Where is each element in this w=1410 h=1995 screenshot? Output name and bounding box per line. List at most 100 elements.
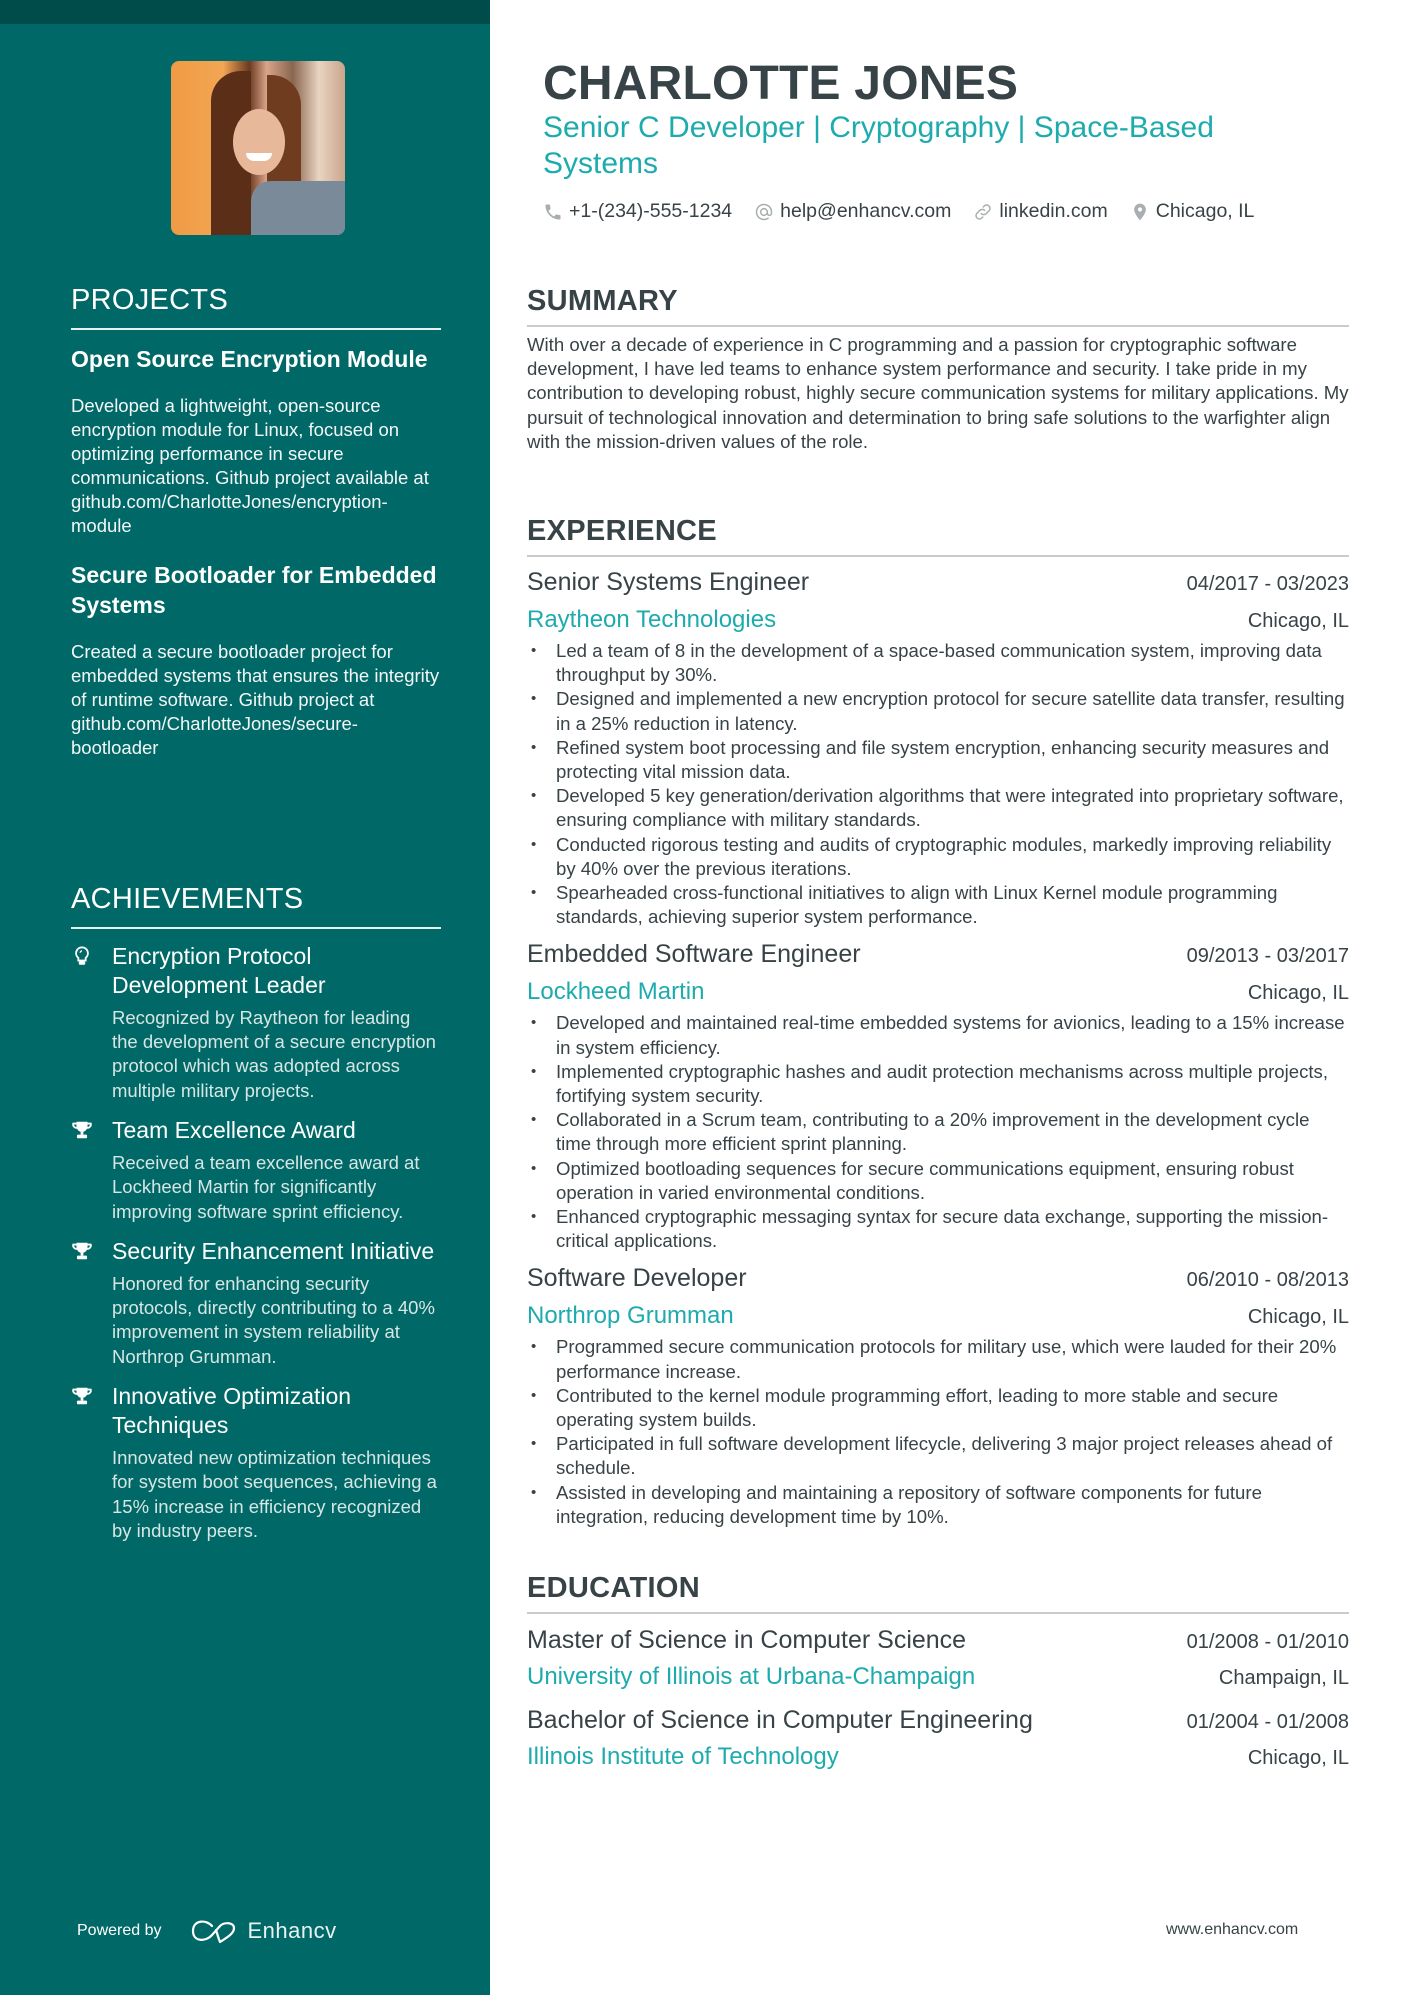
project-title: Open Source Encryption Module bbox=[71, 345, 428, 372]
contact-linkedin[interactable]: linkedin.com bbox=[973, 200, 1108, 223]
job-bullets: Programmed secure communication protocol… bbox=[527, 1335, 1349, 1529]
job-bullet: Assisted in developing and maintaining a… bbox=[527, 1481, 1349, 1529]
project-title: Secure Bootloader for Embedded Systems bbox=[71, 561, 437, 618]
achievement-title: Innovative Optimization Techniques bbox=[112, 1383, 352, 1439]
job-bullet: Contributed to the kernel module program… bbox=[527, 1384, 1349, 1432]
achievement-description: Innovated new optimization techniques fo… bbox=[112, 1447, 437, 1541]
summary-section: SUMMARY With over a decade of experience… bbox=[527, 283, 1349, 454]
photo-jacket bbox=[251, 181, 345, 235]
sidebar: PROJECTS Open Source Encryption Module D… bbox=[0, 0, 490, 1995]
project-description: Developed a lightweight, open-source enc… bbox=[71, 394, 429, 536]
achievement-title: Security Enhancement Initiative bbox=[112, 1237, 435, 1264]
degree-title: Master of Science in Computer Science bbox=[527, 1626, 967, 1654]
project-item: Secure Bootloader for Embedded Systems C… bbox=[71, 560, 441, 760]
company-name: Northrop Grumman bbox=[527, 1302, 734, 1330]
job-bullet: Developed and maintained real-time embed… bbox=[527, 1011, 1349, 1059]
education-entry: Master of Science in Computer Science 01… bbox=[527, 1624, 1349, 1692]
photo-smile bbox=[246, 153, 272, 161]
summary-text: With over a decade of experience in C pr… bbox=[527, 334, 1349, 452]
education-section: EDUCATION Master of Science in Computer … bbox=[527, 1570, 1349, 1772]
contact-linkedin-text: linkedin.com bbox=[999, 200, 1108, 222]
achievement-item: Team Excellence Award Received a team ex… bbox=[71, 1116, 441, 1224]
company-name: Raytheon Technologies bbox=[527, 606, 777, 633]
education-heading: EDUCATION bbox=[527, 1570, 1349, 1614]
job-bullet: Designed and implemented a new encryptio… bbox=[527, 687, 1349, 735]
contact-location-text: Chicago, IL bbox=[1155, 200, 1255, 222]
job-title: Senior Systems Engineer bbox=[527, 568, 810, 596]
job-bullets: Led a team of 8 in the development of a … bbox=[527, 639, 1349, 929]
education-location: Chicago, IL bbox=[1247, 1747, 1349, 1769]
project-item: Open Source Encryption Module Developed … bbox=[71, 344, 441, 538]
job-bullet: Optimized bootloading sequences for secu… bbox=[527, 1157, 1349, 1205]
job-bullet: Spearheaded cross-functional initiatives… bbox=[527, 881, 1349, 929]
candidate-tagline: Senior C Developer | Cryptography | Spac… bbox=[543, 111, 1214, 180]
project-description: Created a secure bootloader project for … bbox=[71, 640, 440, 758]
achievement-item: Innovative Optimization Techniques Innov… bbox=[71, 1382, 441, 1543]
contact-email[interactable]: help@enhancv.com bbox=[754, 200, 951, 223]
degree-title: Bachelor of Science in Computer Engineer… bbox=[527, 1706, 1033, 1734]
job-location: Chicago, IL bbox=[1247, 610, 1349, 632]
job-entry: Senior Systems Engineer 04/2017 - 03/202… bbox=[527, 565, 1349, 929]
job-bullet: Programmed secure communication protocol… bbox=[527, 1335, 1349, 1383]
projects-heading: PROJECTS bbox=[71, 283, 441, 330]
job-title: Embedded Software Engineer bbox=[527, 940, 861, 969]
at-icon bbox=[755, 203, 773, 220]
profile-photo bbox=[171, 61, 345, 235]
enhancv-brand-name: Enhancv bbox=[247, 1918, 337, 1943]
enhancv-brand[interactable]: Enhancv bbox=[190, 1918, 337, 1944]
sidebar-top-band bbox=[0, 0, 490, 24]
contact-location: Chicago, IL bbox=[1130, 200, 1255, 223]
powered-by: Powered by Enhancv bbox=[77, 1918, 337, 1944]
job-title: Software Developer bbox=[527, 1264, 747, 1293]
job-dates: 04/2017 - 03/2023 bbox=[1186, 573, 1349, 595]
job-bullet: Refined system boot processing and file … bbox=[527, 736, 1349, 784]
contact-info: +1-(234)-555-1234 help@enhancv.com linke… bbox=[543, 200, 1254, 223]
education-location: Champaign, IL bbox=[1218, 1667, 1349, 1689]
footer-url[interactable]: www.enhancv.com bbox=[1166, 1921, 1298, 1939]
contact-phone[interactable]: +1-(234)-555-1234 bbox=[543, 200, 732, 223]
job-bullet: Implemented cryptographic hashes and aud… bbox=[527, 1060, 1349, 1108]
company-name: Lockheed Martin bbox=[527, 978, 705, 1006]
job-bullets: Developed and maintained real-time embed… bbox=[527, 1011, 1349, 1253]
phone-icon bbox=[545, 204, 561, 219]
job-bullet: Enhanced cryptographic messaging syntax … bbox=[527, 1205, 1349, 1253]
school-name: University of Illinois at Urbana-Champai… bbox=[527, 1663, 976, 1690]
achievement-description: Recognized by Raytheon for leading the d… bbox=[112, 1006, 436, 1101]
contact-phone-text: +1-(234)-555-1234 bbox=[569, 200, 733, 222]
achievements-heading: ACHIEVEMENTS bbox=[71, 882, 441, 929]
job-dates: 06/2010 - 08/2013 bbox=[1186, 1269, 1349, 1292]
job-bullet: Participated in full software developmen… bbox=[527, 1432, 1349, 1480]
trophy-icon bbox=[72, 1387, 92, 1405]
contact-email-text: help@enhancv.com bbox=[780, 200, 952, 222]
summary-heading: SUMMARY bbox=[527, 283, 1349, 327]
achievement-title: Encryption Protocol Development Leader bbox=[112, 942, 326, 998]
experience-section: EXPERIENCE Senior Systems Engineer 04/20… bbox=[527, 513, 1349, 1529]
job-dates: 09/2013 - 03/2017 bbox=[1186, 945, 1349, 968]
education-entry: Bachelor of Science in Computer Engineer… bbox=[527, 1704, 1349, 1772]
achievement-description: Honored for enhancing security protocols… bbox=[112, 1272, 435, 1367]
job-location: Chicago, IL bbox=[1247, 982, 1349, 1005]
location-pin-icon bbox=[1133, 203, 1146, 220]
link-icon bbox=[975, 203, 992, 220]
trophy-icon bbox=[72, 1121, 92, 1139]
achievement-title: Team Excellence Award bbox=[112, 1116, 356, 1143]
candidate-name: CHARLOTTE JONES bbox=[543, 57, 1019, 110]
education-dates: 01/2004 - 01/2008 bbox=[1186, 1711, 1349, 1733]
job-bullet: Conducted rigorous testing and audits of… bbox=[527, 833, 1349, 881]
photo-face bbox=[233, 109, 285, 175]
experience-heading: EXPERIENCE bbox=[527, 513, 1349, 557]
achievement-item: Encryption Protocol Development Leader R… bbox=[71, 942, 441, 1103]
education-dates: 01/2008 - 01/2010 bbox=[1186, 1631, 1349, 1653]
powered-by-label: Powered by bbox=[77, 1922, 162, 1939]
trophy-icon bbox=[72, 1242, 92, 1260]
enhancv-logo-icon bbox=[191, 1920, 235, 1944]
job-bullet: Developed 5 key generation/derivation al… bbox=[527, 784, 1349, 832]
school-name: Illinois Institute of Technology bbox=[527, 1743, 839, 1770]
achievement-description: Received a team excellence award at Lock… bbox=[112, 1151, 420, 1222]
achievement-item: Security Enhancement Initiative Honored … bbox=[71, 1237, 441, 1369]
achievements-section: ACHIEVEMENTS Encryption Protocol Develop… bbox=[71, 882, 441, 1543]
job-entry: Embedded Software Engineer 09/2013 - 03/… bbox=[527, 937, 1349, 1253]
projects-section: PROJECTS Open Source Encryption Module D… bbox=[71, 283, 441, 760]
job-entry: Software Developer 06/2010 - 08/2013 Nor… bbox=[527, 1261, 1349, 1529]
job-location: Chicago, IL bbox=[1247, 1306, 1349, 1329]
